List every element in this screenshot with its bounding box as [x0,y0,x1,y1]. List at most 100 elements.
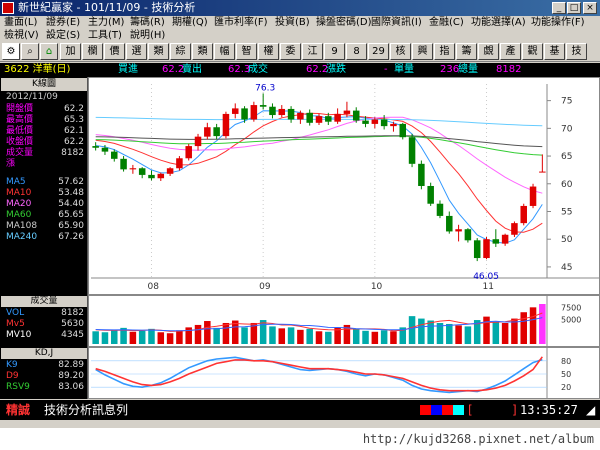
menu-item[interactable]: 畫面(L) [4,16,37,29]
total-label: 總量 [458,64,478,75]
menu-item[interactable]: 說明(H) [130,29,165,42]
volume-bar [222,322,230,344]
candle-body [399,123,407,138]
toolbar-button[interactable]: 類 [192,43,213,60]
toolbar-button[interactable]: 技 [566,43,587,60]
kd-chart[interactable]: 20 50 80 [88,347,600,399]
menu-item[interactable]: 期權(Q) [172,16,208,29]
toolbar-button[interactable]: 智 [236,43,257,60]
volume-chart[interactable]: 5000 7500 [88,295,600,347]
deal-label: 成交 [248,64,268,75]
toolbar-button[interactable]: 觀 [522,43,543,60]
toolbar-button[interactable]: 籌 [456,43,477,60]
volume-bar-chart[interactable]: 5000 7500 [89,296,599,346]
toolbar-button[interactable]: 8 [346,43,367,60]
info-value: 62.1 [63,126,84,136]
menu-item[interactable]: 籌碼(R) [130,16,165,29]
menu-item[interactable]: 檢視(V) [4,29,39,42]
toolbar-button[interactable]: 價 [104,43,125,60]
info-row: MA60 65.65 [6,210,84,221]
candle-body [287,108,295,120]
info-row: 成交量 8182 [6,148,84,159]
toolbar-button[interactable]: 9 [324,43,345,60]
volume-bar [427,320,434,344]
candle-body [259,105,267,107]
kd-line-chart[interactable]: 20 50 80 [89,348,599,398]
volume-bar [297,329,304,344]
info-value: 83.06 [58,382,84,392]
home-icon[interactable]: ⌂ [40,43,58,60]
toolbar-button[interactable]: 覷 [478,43,499,60]
toolbar-button[interactable]: 江 [302,43,323,60]
volume-bar [408,316,416,344]
candle-body [120,158,127,170]
high-annotation: 76.3 [255,83,275,93]
volume-bar [129,331,137,344]
menu-item[interactable]: 國際資訊(I) [371,16,422,29]
volume-bar [204,321,211,344]
candle-body [390,123,397,127]
change-label: 漲跌 [326,64,346,75]
status-message: 技術分析訊息列 [44,403,129,417]
menu-item[interactable]: 投資(B) [275,16,310,29]
x-tick-label: 11 [483,282,494,292]
menu-item[interactable]: 操盤密碼(D) [316,16,372,29]
y-tick-label: 60 [561,180,573,190]
toolbar-button[interactable]: 基 [544,43,565,60]
change-value: - [384,64,388,75]
volume-bar [483,316,490,344]
candle-body [455,229,462,232]
sell-value: 62.3 [228,64,251,75]
toolbar-button[interactable]: 加 [60,43,81,60]
menu-item[interactable]: 匯市利率(F) [214,16,268,29]
volume-bar [138,330,146,344]
info-label: 成交量 [6,148,34,158]
menu-item[interactable]: 功能選擇(A) [471,16,526,29]
kd-info-panel: KD,J K9 82.89 D9 89.20 RSV9 83.06 [0,347,88,399]
volume-bar [92,331,99,344]
toolbar-button[interactable]: 核 [390,43,411,60]
y-tick-label: 55 [561,207,572,217]
candle-body [343,110,351,114]
toolbar-button[interactable]: 29 [368,43,389,60]
menu-item[interactable]: 主力(M) [88,16,124,29]
toolbar-button[interactable]: 欄 [82,43,103,60]
volume-bar [390,331,397,344]
toolbar-button[interactable]: 選 [126,43,147,60]
candle-body [269,106,276,116]
info-row: 最高價 65.3 [6,115,84,126]
search-icon[interactable]: ⌕ [21,43,39,60]
maximize-button[interactable]: □ [567,2,581,14]
menu-item[interactable]: 工具(T) [88,29,122,42]
info-label: MA108 [6,221,38,231]
title-bar: 新世紀贏家 - 101/11/09 - 技術分析 _ □ × [0,0,600,16]
minimize-button[interactable]: _ [552,2,566,14]
toolbar-button[interactable]: 興 [412,43,433,60]
settings-icon[interactable]: ⚙ [2,43,20,60]
close-button[interactable]: × [583,2,597,14]
toolbar-button[interactable]: 委 [280,43,301,60]
kline-info-panel: K線圖 2012/11/09 開盤價 62.2 最高價 65.3 最低價 62.1 收盤價 6… [0,77,88,295]
toolbar-button[interactable]: 產 [500,43,521,60]
candle-body [111,151,118,159]
candle-body [92,146,99,148]
toolbar-button[interactable]: 幅 [214,43,235,60]
menu-item[interactable]: 金融(C) [429,16,464,29]
info-row: MA10 53.48 [6,188,84,199]
candle-body [408,137,416,164]
toolbar-button[interactable]: 權 [258,43,279,60]
toolbar-button[interactable]: 類 [148,43,169,60]
candlestick-chart[interactable]: 45 50 55 60 65 70 75 08 09 10 11 76.3 46.05 [89,78,599,294]
info-row: RSV9 83.06 [6,382,84,393]
total-value: 8182 [496,64,522,75]
menu-item[interactable]: 功能操作(F) [531,16,585,29]
menu-item[interactable]: 設定(S) [46,29,80,42]
price-chart[interactable]: 45 50 55 60 65 70 75 08 09 10 11 76.3 46.05 [88,77,600,295]
menu-item[interactable]: 證券(E) [46,16,80,29]
candle-body [334,113,341,122]
toolbar-button[interactable]: 指 [434,43,455,60]
volume-bar [111,329,118,344]
candle-body [464,229,472,241]
candle-body [380,119,388,127]
toolbar-button[interactable]: 綜 [170,43,191,60]
